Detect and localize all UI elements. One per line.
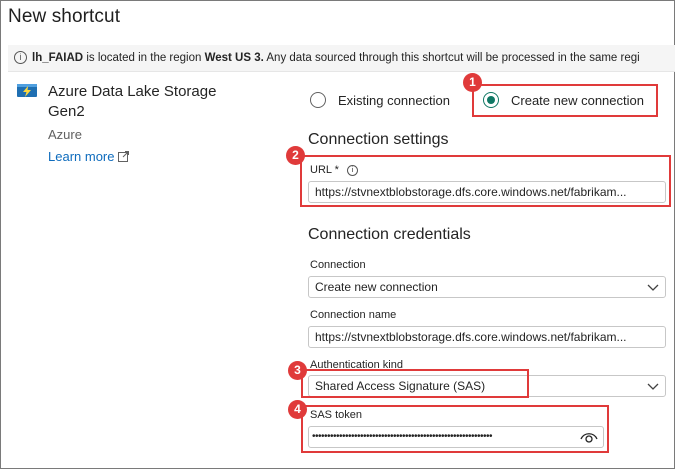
callout-badge-4: 4	[288, 400, 307, 419]
callout-box-3	[301, 369, 529, 398]
connection-name-label: Connection name	[310, 309, 397, 321]
callout-box-4	[301, 405, 609, 453]
info-icon: i	[14, 51, 27, 64]
connection-credentials-heading: Connection credentials	[308, 226, 471, 243]
source-provider: Azure	[48, 127, 82, 142]
callout-badge-1: 1	[463, 73, 482, 92]
connection-dropdown-value: Create new connection	[315, 280, 438, 294]
lakehouse-name: lh_FAIAD	[32, 52, 84, 64]
learn-more-link[interactable]: Learn more	[48, 149, 130, 164]
external-link-icon	[118, 151, 130, 162]
callout-box-1	[472, 84, 658, 117]
callout-box-2	[300, 155, 671, 207]
chevron-down-icon	[647, 284, 659, 291]
existing-connection-label[interactable]: Existing connection	[338, 93, 450, 108]
region-name: West US 3.	[204, 52, 264, 64]
callout-badge-2: 2	[286, 146, 305, 165]
existing-connection-radio[interactable]	[310, 92, 326, 108]
info-text-part1: is located in the region	[83, 52, 205, 64]
region-info-bar: i lh_FAIAD is located in the region West…	[8, 45, 675, 72]
region-info-text: lh_FAIAD is located in the region West U…	[32, 45, 640, 71]
connection-settings-heading: Connection settings	[308, 131, 449, 148]
chevron-down-icon	[647, 383, 659, 390]
storage-lightning-icon	[17, 84, 37, 97]
dialog-title: New shortcut	[8, 6, 121, 27]
connection-label: Connection	[310, 259, 366, 271]
connection-name-input[interactable]: https://stvnextblobstorage.dfs.core.wind…	[308, 326, 666, 348]
connection-dropdown[interactable]: Create new connection	[308, 276, 666, 298]
callout-badge-3: 3	[288, 361, 307, 380]
learn-more-label: Learn more	[48, 149, 115, 164]
source-name: Azure Data Lake Storage Gen2	[48, 83, 217, 120]
info-text-part2: Any data sourced through this shortcut w…	[263, 52, 640, 64]
